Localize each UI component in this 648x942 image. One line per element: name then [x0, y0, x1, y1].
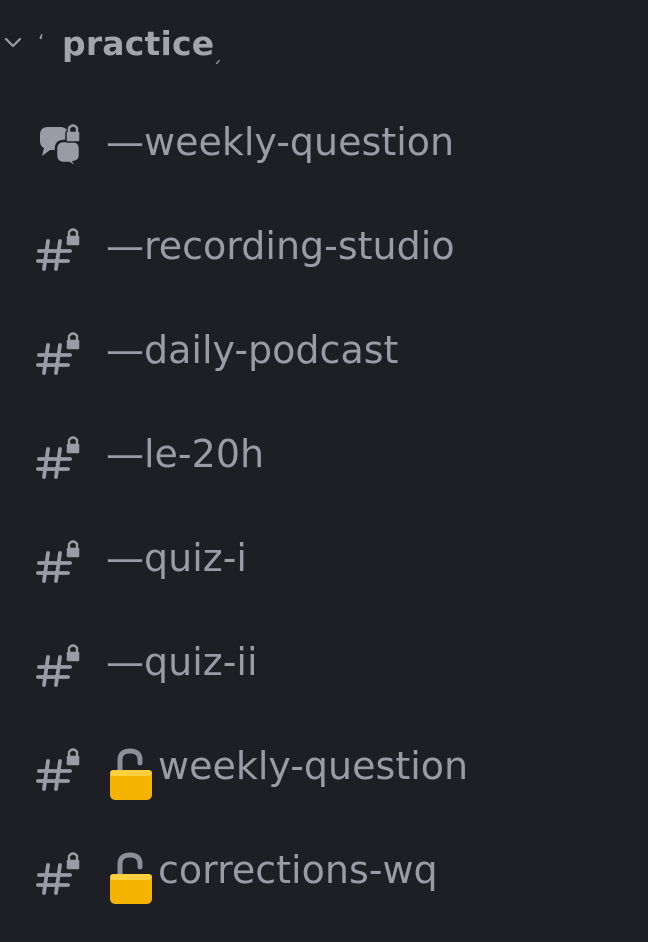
channel-name: —daily-podcast	[106, 328, 398, 372]
text-channel-locked-icon	[36, 852, 81, 895]
channel-name: —weekly-question	[106, 120, 454, 164]
channel-label: recording-studio	[144, 224, 455, 268]
channel-item-weekly-question[interactable]: weekly-question	[0, 730, 648, 806]
channel-name: —quiz-ii	[106, 640, 258, 684]
open-padlock-emoji-icon	[110, 748, 152, 800]
channel-item-corrections-wq[interactable]: corrections-wq	[0, 834, 648, 910]
channel-label: quiz-i	[144, 536, 247, 580]
text-channel-locked-icon	[36, 228, 81, 271]
channel-item-daily-podcast[interactable]: —daily-podcast	[0, 314, 648, 390]
channel-label: daily-podcast	[144, 328, 399, 372]
chevron-down-icon	[4, 37, 22, 48]
category-decoration-left: ʻ	[38, 30, 45, 54]
channel-label: corrections-wq	[158, 848, 438, 892]
category-decoration-right: ˏ	[212, 40, 222, 64]
forum-locked-icon	[40, 124, 82, 169]
channel-label: weekly-question	[144, 120, 455, 164]
text-channel-locked-icon	[36, 540, 81, 583]
category-practice[interactable]: ʻ practice ˏ	[0, 18, 648, 70]
text-channel-locked-icon	[36, 332, 81, 375]
text-channel-locked-icon	[36, 748, 81, 791]
channel-prefix: —	[106, 224, 144, 268]
channel-prefix: —	[106, 536, 144, 580]
channel-item-weekly-question-forum[interactable]: —weekly-question	[0, 106, 648, 182]
channel-label: quiz-ii	[144, 640, 258, 684]
channel-item-quiz-i[interactable]: —quiz-i	[0, 522, 648, 598]
channel-name: —le-20h	[106, 432, 264, 476]
channel-label: weekly-question	[158, 744, 469, 788]
text-channel-locked-icon	[36, 644, 81, 687]
channel-name: —quiz-i	[106, 536, 247, 580]
channel-label: le-20h	[144, 432, 265, 476]
channel-item-le-20h[interactable]: —le-20h	[0, 418, 648, 494]
channel-item-recording-studio[interactable]: —recording-studio	[0, 210, 648, 286]
category-title: practice	[62, 24, 215, 63]
channel-prefix: —	[106, 120, 144, 164]
channel-prefix: —	[106, 328, 144, 372]
channel-prefix: —	[106, 432, 144, 476]
channel-name: —recording-studio	[106, 224, 455, 268]
open-padlock-emoji-icon	[110, 852, 152, 904]
channel-item-quiz-ii[interactable]: —quiz-ii	[0, 626, 648, 702]
channel-prefix: —	[106, 640, 144, 684]
text-channel-locked-icon	[36, 436, 81, 479]
